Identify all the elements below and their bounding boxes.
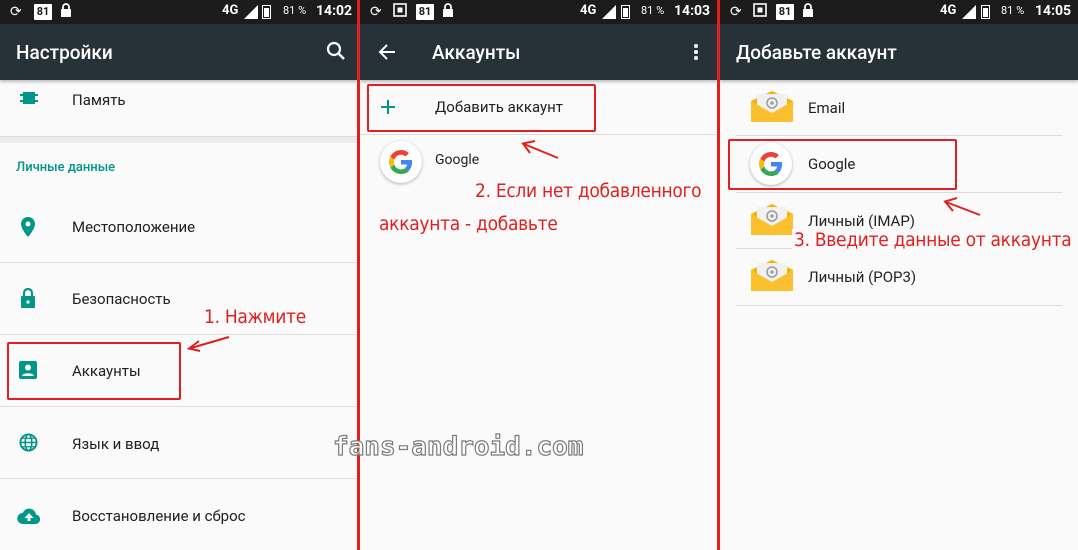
app-bar: Аккаунты	[360, 24, 717, 80]
watermark: fans-android.com	[332, 431, 584, 462]
lock-icon	[21, 288, 35, 308]
screenshot-icon	[393, 3, 407, 22]
app-bar: Настройки	[0, 24, 357, 80]
clock: 14:05	[1035, 3, 1072, 19]
highlight-box	[7, 342, 181, 400]
page-title: Добавьте аккаунт	[736, 41, 897, 64]
settings-item-location[interactable]: Местоположение	[0, 190, 357, 262]
settings-item-label: Местоположение	[72, 218, 196, 236]
settings-item-language[interactable]: Язык и ввод	[0, 407, 357, 479]
settings-item-label: Восстановление и сброс	[72, 507, 246, 525]
cloud-upload-icon	[17, 508, 41, 524]
lock-status-icon	[442, 3, 454, 22]
account-item-label: Google	[435, 152, 480, 168]
sync-icon: ⟳	[10, 4, 22, 20]
status-bar: ⟳ 81 4G 81 % 14:05	[720, 0, 1078, 24]
battery-icon	[262, 5, 271, 19]
account-type-label: Личный (IMAP)	[808, 212, 916, 230]
section-header-personal: Личные данные	[16, 160, 116, 175]
account-type-label: Email	[808, 99, 846, 117]
email-envelope-icon	[751, 260, 793, 291]
battery-percent: 81 %	[641, 4, 665, 17]
sync-icon: ⟳	[730, 4, 742, 20]
settings-item-label: Безопасность	[72, 290, 171, 308]
status-bar: ⟳ 81 4G 81 % 14:03	[360, 0, 717, 24]
battery-percent: 81 %	[1001, 4, 1025, 17]
more-vert-icon[interactable]	[693, 43, 699, 61]
section-gap	[0, 137, 357, 143]
settings-item-backup-reset[interactable]: Восстановление и сброс	[0, 479, 357, 550]
signal-icon	[244, 5, 258, 19]
settings-item-label: Память	[72, 91, 126, 109]
settings-item-label: Язык и ввод	[72, 435, 160, 453]
page-title: Настройки	[16, 41, 113, 64]
back-arrow-icon[interactable]	[378, 43, 396, 61]
screenshot-icon	[753, 3, 767, 22]
network-type: 4G	[580, 3, 597, 18]
account-type-pop3[interactable]: Личный (POP3)	[720, 249, 1078, 305]
page-title: Аккаунты	[432, 41, 521, 64]
app-bar: Добавьте аккаунт	[720, 24, 1078, 80]
annotation-step-2-line2: аккаунта - добавьте	[379, 213, 558, 235]
globe-icon	[19, 433, 38, 452]
lock-status-icon	[802, 3, 814, 22]
signal-icon	[602, 5, 616, 19]
divider	[736, 305, 1062, 306]
location-icon	[21, 217, 35, 237]
status-bar: ⟳ 81 4G 81 % 14:02	[0, 0, 357, 24]
calendar-notification-icon: 81	[416, 4, 434, 20]
annotation-step-2-line1: 2. Если нет добавленного	[475, 180, 702, 202]
calendar-notification-icon: 81	[776, 4, 794, 20]
calendar-notification-icon: 81	[34, 4, 52, 20]
battery-icon	[981, 5, 990, 19]
annotation-step-1: 1. Нажмите	[204, 306, 306, 328]
arrow-annotation	[186, 336, 230, 352]
signal-icon	[962, 5, 976, 19]
account-type-label: Личный (POP3)	[808, 268, 917, 286]
lock-status-icon	[60, 3, 72, 22]
network-type: 4G	[222, 3, 239, 18]
email-envelope-icon	[751, 204, 793, 235]
sync-icon: ⟳	[370, 4, 382, 20]
battery-percent: 81 %	[283, 4, 307, 17]
memory-icon	[20, 92, 38, 104]
arrow-annotation	[521, 140, 559, 159]
clock: 14:02	[316, 3, 353, 19]
account-type-email[interactable]: Email	[720, 80, 1078, 136]
add-account-screen: ⟳ 81 4G 81 % 14:05 Добавьте аккаунт Emai…	[720, 0, 1078, 550]
search-icon[interactable]	[326, 41, 346, 61]
email-envelope-icon	[751, 91, 793, 122]
clock: 14:03	[674, 3, 711, 19]
highlight-box	[728, 139, 957, 190]
accounts-screen: ⟳ 81 4G 81 % 14:03 Аккаунты Добавить акк…	[360, 0, 717, 550]
arrow-annotation	[943, 197, 981, 216]
settings-item-memory[interactable]: Память	[0, 80, 357, 136]
settings-screen: ⟳ 81 4G 81 % 14:02 Настройки Память Личн…	[0, 0, 357, 550]
annotation-step-3: 3. Введите данные от аккаунта	[792, 229, 1074, 251]
network-type: 4G	[940, 3, 957, 18]
battery-icon	[621, 5, 630, 19]
highlight-box	[367, 84, 596, 132]
google-icon	[380, 141, 422, 183]
